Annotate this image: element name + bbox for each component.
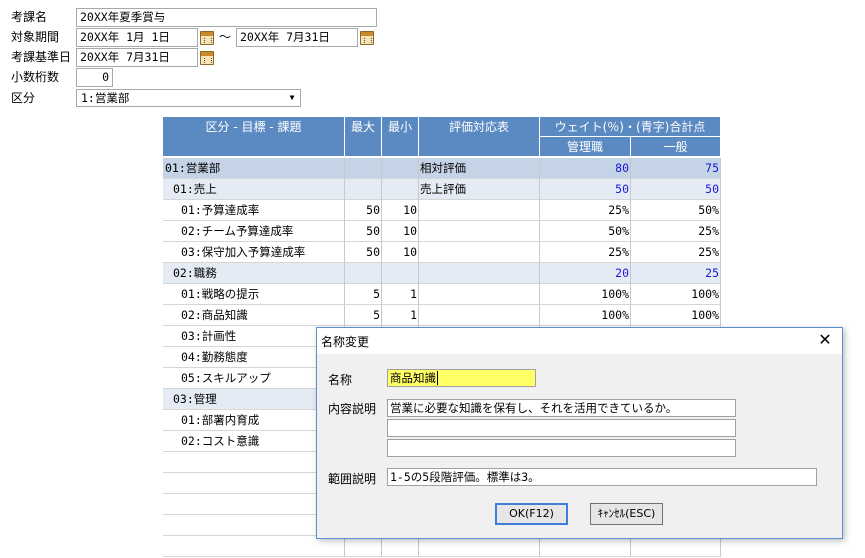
cell-min[interactable]: 10: [382, 200, 419, 221]
name-input[interactable]: 商品知識: [387, 369, 536, 387]
col-header-name[interactable]: 区分 - 目標 - 課題: [163, 117, 345, 157]
cell-name[interactable]: 01:営業部: [163, 158, 345, 179]
decimals-input[interactable]: 0: [76, 68, 113, 87]
cell-table[interactable]: [419, 200, 540, 221]
cell-table[interactable]: [419, 284, 540, 305]
name-label: 名称: [328, 373, 353, 387]
cell-mgmt[interactable]: 100%: [540, 305, 631, 326]
decimals-label: 小数桁数: [11, 70, 60, 84]
cell-general[interactable]: 50%: [631, 200, 721, 221]
cell-mgmt[interactable]: 25%: [540, 200, 631, 221]
cell-max[interactable]: [345, 179, 382, 200]
cell-name[interactable]: 01:売上: [163, 179, 345, 200]
calendar-icon[interactable]: [360, 31, 374, 45]
cell-mgmt[interactable]: 25%: [540, 242, 631, 263]
cell-min[interactable]: [382, 158, 419, 179]
cell-min[interactable]: [382, 179, 419, 200]
dialog-titlebar[interactable]: 名称変更 ✕: [317, 328, 842, 354]
name-input-value: 商品知識: [390, 371, 436, 385]
cell-mgmt[interactable]: 50%: [540, 221, 631, 242]
cell-general[interactable]: 25%: [631, 242, 721, 263]
col-header-min[interactable]: 最小: [382, 117, 419, 157]
cell-name[interactable]: 01:戦略の提示: [163, 284, 345, 305]
base-date-input[interactable]: 20XX年 7月31日: [76, 48, 198, 67]
course-name-label: 考課名: [11, 10, 48, 24]
cancel-button[interactable]: ｷｬﾝｾﾙ(ESC): [590, 503, 663, 525]
period-to-input[interactable]: 20XX年 7月31日: [236, 28, 358, 47]
description-line2-input[interactable]: [387, 419, 736, 437]
cell-table[interactable]: 売上評価: [419, 179, 540, 200]
cell-general[interactable]: 25%: [631, 221, 721, 242]
cell-min[interactable]: 1: [382, 305, 419, 326]
cell-name[interactable]: 02:チーム予算達成率: [163, 221, 345, 242]
division-select[interactable]: 1:営業部 ▼: [76, 89, 301, 107]
cell-table[interactable]: [419, 305, 540, 326]
range-input[interactable]: 1-5の5段階評価。標準は3。: [387, 468, 817, 486]
text-cursor: [437, 371, 438, 385]
cell-table[interactable]: [419, 536, 540, 557]
cell-general[interactable]: 100%: [631, 284, 721, 305]
col-header-table[interactable]: 評価対応表: [419, 117, 540, 157]
cell-mgmt[interactable]: [540, 536, 631, 557]
cell-max[interactable]: [345, 158, 382, 179]
period-from-input[interactable]: 20XX年 1月 1日: [76, 28, 198, 47]
calendar-icon[interactable]: [200, 51, 214, 65]
cell-table[interactable]: 相対評価: [419, 158, 540, 179]
cell-max[interactable]: [345, 263, 382, 284]
cell-mgmt[interactable]: 50: [540, 179, 631, 200]
col-header-general[interactable]: 一般: [631, 137, 721, 157]
cell-general[interactable]: 25: [631, 263, 721, 284]
close-icon[interactable]: ✕: [816, 331, 834, 349]
base-date-label: 考課基準日: [11, 50, 72, 64]
cell-min[interactable]: 1: [382, 284, 419, 305]
cell-name[interactable]: 02:商品知識: [163, 305, 345, 326]
description-line3-input[interactable]: [387, 439, 736, 457]
dialog-title: 名称変更: [321, 335, 370, 349]
cell-name[interactable]: 03:保守加入予算達成率: [163, 242, 345, 263]
cell-max[interactable]: 5: [345, 284, 382, 305]
cell-mgmt[interactable]: 80: [540, 158, 631, 179]
col-header-mgmt[interactable]: 管理職: [540, 137, 631, 157]
cell-general[interactable]: 75: [631, 158, 721, 179]
cell-name[interactable]: 02:職務: [163, 263, 345, 284]
cell-general[interactable]: 50: [631, 179, 721, 200]
range-label: 範囲説明: [328, 472, 377, 486]
cell-table[interactable]: [419, 263, 540, 284]
cell-mgmt[interactable]: 100%: [540, 284, 631, 305]
cell-max[interactable]: 50: [345, 242, 382, 263]
cell-min[interactable]: [382, 536, 419, 557]
ok-button[interactable]: OK(F12): [495, 503, 568, 525]
period-label: 対象期間: [11, 30, 60, 44]
description-label: 内容説明: [328, 402, 377, 416]
cell-min[interactable]: 10: [382, 242, 419, 263]
cell-max[interactable]: [345, 536, 382, 557]
calendar-icon[interactable]: [200, 31, 214, 45]
period-separator: ～: [219, 30, 232, 44]
cell-max[interactable]: 50: [345, 221, 382, 242]
description-line1-input[interactable]: 営業に必要な知識を保有し、それを活用できているか。: [387, 399, 736, 417]
division-select-value: 1:営業部: [81, 91, 130, 105]
division-label: 区分: [11, 91, 36, 105]
col-header-max[interactable]: 最大: [345, 117, 382, 157]
cell-min[interactable]: [382, 263, 419, 284]
cell-min[interactable]: 10: [382, 221, 419, 242]
cell-max[interactable]: 50: [345, 200, 382, 221]
col-header-weight[interactable]: ウェイト(％)・(青字)合計点: [540, 117, 721, 137]
rename-dialog: 名称変更 ✕ 名称 商品知識 内容説明 営業に必要な知識を保有し、それを活用でき…: [316, 327, 843, 539]
cell-name[interactable]: [163, 536, 345, 557]
course-name-input[interactable]: 20XX年夏季賞与: [76, 8, 377, 27]
cell-general[interactable]: 100%: [631, 305, 721, 326]
chevron-down-icon[interactable]: ▼: [286, 92, 298, 104]
cell-table[interactable]: [419, 221, 540, 242]
cell-max[interactable]: 5: [345, 305, 382, 326]
cell-name[interactable]: 01:予算達成率: [163, 200, 345, 221]
cell-table[interactable]: [419, 242, 540, 263]
cell-mgmt[interactable]: 20: [540, 263, 631, 284]
cell-general[interactable]: [631, 536, 721, 557]
